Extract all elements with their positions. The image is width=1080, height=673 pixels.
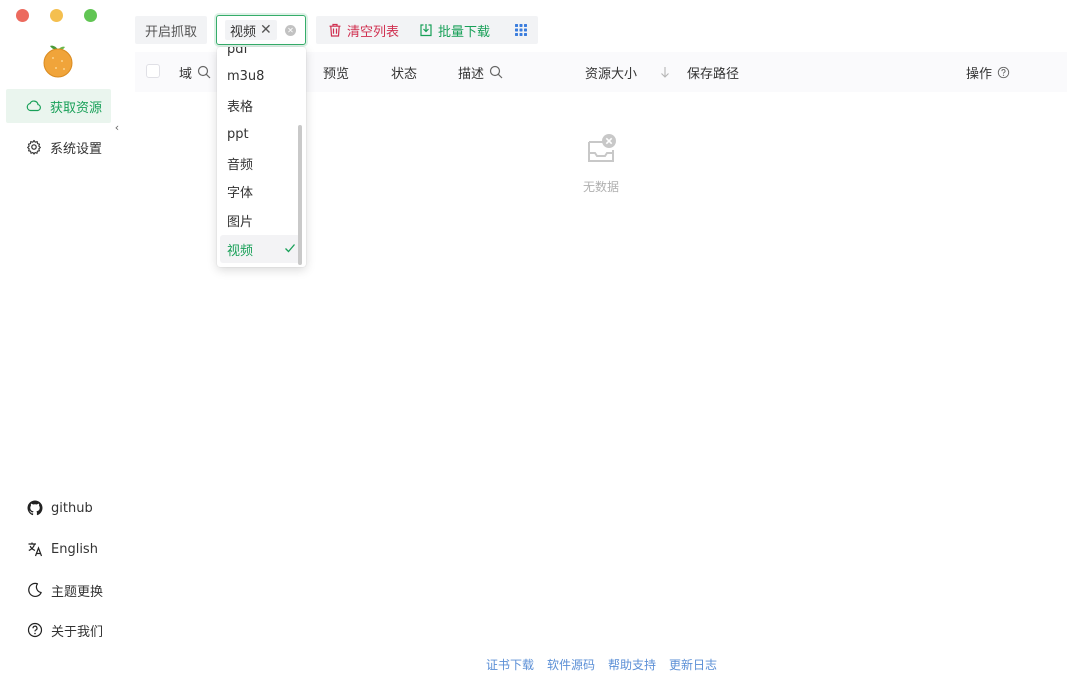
- download-icon: [420, 24, 432, 37]
- column-domain-label: 域: [179, 66, 193, 82]
- check-icon: [285, 244, 295, 253]
- gear-icon: [27, 139, 41, 155]
- batch-download-label: 批量下载: [438, 24, 491, 40]
- toolbar-actions: 清空列表 批量下载: [316, 16, 538, 44]
- option-image[interactable]: 图片: [217, 206, 303, 234]
- column-save-path-label: 保存路径: [687, 66, 740, 82]
- about-label: 关于我们: [51, 624, 104, 640]
- search-icon[interactable]: [197, 65, 211, 79]
- column-description: 描述: [458, 52, 503, 92]
- empty-inbox-icon: [588, 134, 616, 162]
- clear-list-button[interactable]: 清空列表: [328, 21, 399, 40]
- column-status-label: 状态: [391, 66, 418, 82]
- column-preview: 预览: [323, 52, 349, 92]
- column-preview-label: 预览: [323, 66, 350, 82]
- option-video[interactable]: 视频: [220, 235, 300, 263]
- sidebar-item-label: 获取资源: [50, 100, 103, 116]
- sidebar: 获取资源 系统设置 ‹ github English 主题更换 关于我们: [0, 0, 119, 673]
- sort-arrow-icon[interactable]: [658, 65, 672, 79]
- orange-logo-icon: [43, 45, 73, 78]
- option-audio[interactable]: 音频: [217, 149, 303, 177]
- resource-type-dropdown: pdf m3u8 表格 ppt 音频 字体 图片 视频: [217, 47, 306, 267]
- column-size-label: 资源大小: [585, 66, 638, 82]
- footer-links: 证书下载 软件源码 帮助支持 更新日志: [486, 656, 717, 673]
- sidebar-item-settings[interactable]: 系统设置: [6, 130, 111, 164]
- theme-label: 主题更换: [51, 584, 104, 600]
- column-action-label: 操作: [966, 66, 993, 82]
- resource-type-select[interactable]: 视频 ✕ ✕: [216, 15, 306, 45]
- column-size[interactable]: 资源大小: [585, 52, 672, 92]
- option-pdf[interactable]: pdf: [217, 47, 303, 63]
- help-circle-icon[interactable]: [997, 66, 1010, 79]
- theme-toggle[interactable]: 主题更换: [0, 578, 118, 602]
- language-toggle[interactable]: English: [0, 537, 118, 561]
- start-capture-button[interactable]: 开启抓取: [135, 16, 207, 44]
- trash-icon: [329, 23, 341, 37]
- help-circle-icon: [27, 622, 43, 638]
- footer-link-changelog[interactable]: 更新日志: [669, 656, 717, 673]
- remove-tag-icon[interactable]: ✕: [260, 23, 272, 37]
- cloud-icon: [26, 100, 41, 112]
- selected-tag-label: 视频: [230, 24, 257, 40]
- empty-text: 无数据: [582, 180, 619, 194]
- option-spreadsheet[interactable]: 表格: [217, 91, 303, 119]
- about-us-link[interactable]: 关于我们: [0, 618, 118, 642]
- column-description-label: 描述: [458, 66, 485, 82]
- collapse-sidebar-button[interactable]: ‹: [110, 118, 124, 136]
- footer-link-help[interactable]: 帮助支持: [608, 656, 656, 673]
- footer-link-certificate[interactable]: 证书下载: [486, 656, 534, 673]
- option-video-label: 视频: [227, 243, 254, 259]
- column-save-path: 保存路径: [687, 52, 739, 92]
- batch-download-button[interactable]: 批量下载: [419, 21, 490, 40]
- dropdown-scrollbar[interactable]: [298, 125, 302, 265]
- github-label: github: [51, 500, 93, 516]
- search-icon[interactable]: [489, 65, 503, 79]
- sidebar-item-label: 系统设置: [50, 141, 103, 157]
- footer-link-source[interactable]: 软件源码: [547, 656, 595, 673]
- option-font[interactable]: 字体: [217, 177, 303, 205]
- github-icon: [27, 500, 43, 516]
- clear-list-label: 清空列表: [347, 24, 400, 40]
- moon-icon: [28, 582, 42, 597]
- column-action: 操作: [966, 52, 1010, 92]
- column-status: 状态: [391, 52, 417, 92]
- option-ppt[interactable]: ppt: [217, 120, 303, 148]
- column-settings-button[interactable]: [514, 23, 528, 37]
- sidebar-item-fetch-resources[interactable]: 获取资源: [6, 89, 111, 123]
- grid-icon: [515, 24, 528, 36]
- clear-select-icon[interactable]: ✕: [285, 25, 296, 36]
- option-m3u8[interactable]: m3u8: [217, 62, 303, 90]
- empty-state: 无数据: [572, 132, 630, 195]
- selected-tag: 视频 ✕: [225, 20, 277, 40]
- language-label: English: [51, 541, 98, 557]
- column-domain: 域: [179, 52, 211, 92]
- translate-icon: [28, 542, 43, 557]
- select-all-checkbox[interactable]: [146, 64, 160, 78]
- github-link[interactable]: github: [0, 496, 118, 520]
